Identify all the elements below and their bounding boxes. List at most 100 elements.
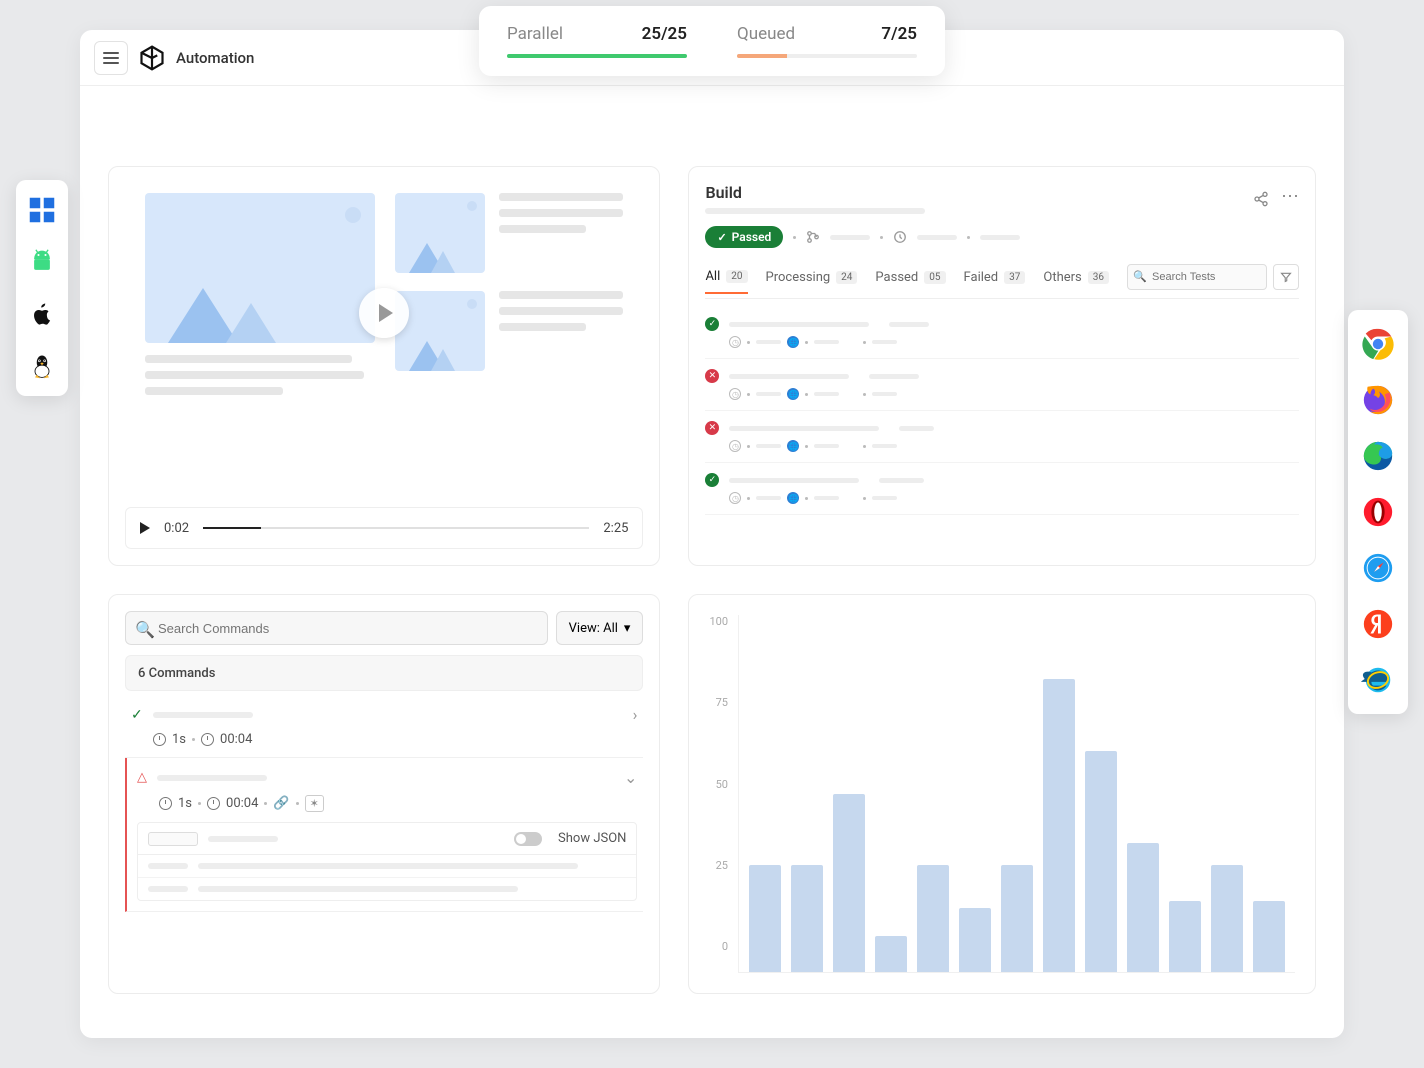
menu-button[interactable]	[94, 41, 128, 75]
logo-icon	[138, 44, 166, 72]
clock-icon	[159, 797, 172, 810]
chart-y-axis: 100 75 50 25 0	[709, 615, 738, 973]
play-button[interactable]	[140, 519, 150, 538]
commands-count: 6 Commands	[125, 655, 643, 691]
chart-bar	[1127, 843, 1159, 972]
browser-mini-icon: 🌐	[787, 336, 799, 348]
clock-icon: ◷	[729, 440, 741, 452]
apple-mini-icon	[845, 492, 857, 504]
queued-status: Queued 7/25	[737, 24, 917, 58]
chevron-down-icon: ⌄	[624, 768, 637, 787]
chart-bar	[917, 865, 949, 972]
play-overlay-button[interactable]	[359, 288, 409, 338]
tab-others[interactable]: Others36	[1043, 270, 1109, 293]
chart-bar	[1085, 751, 1117, 972]
app-window: Automation 0:02 2:25	[80, 30, 1344, 1038]
status-pass-icon: ✓	[705, 473, 719, 487]
chart-bar	[959, 908, 991, 972]
hamburger-icon	[103, 52, 119, 64]
command-row[interactable]: △⌄ 1s00:04🔗✶ Show JSON	[125, 758, 643, 912]
browser-palette	[1348, 310, 1408, 714]
build-tabs: All20 Processing24 Passed05 Failed37 Oth…	[705, 264, 1299, 299]
test-list: ✓ ◷ 🌐 ✕ ◷ 🌐 ✕ ◷ 🌐 ✓ ◷ 🌐	[705, 307, 1299, 515]
git-icon	[806, 230, 820, 244]
chart-bar	[1043, 679, 1075, 972]
link-icon[interactable]: 🔗	[273, 796, 289, 811]
app-title: Automation	[176, 49, 254, 67]
clock-icon	[893, 230, 907, 244]
build-title: Build	[705, 183, 925, 202]
chart-bar	[1253, 901, 1285, 972]
tab-processing[interactable]: Processing24	[766, 270, 858, 293]
tab-all[interactable]: All20	[705, 269, 747, 294]
browser-mini-icon: 🌐	[787, 388, 799, 400]
debug-icon[interactable]: ✶	[305, 795, 324, 812]
test-row[interactable]: ✕ ◷ 🌐	[705, 359, 1299, 411]
stopwatch-icon	[201, 733, 214, 746]
build-status-pill: Passed	[705, 226, 783, 248]
ie-icon[interactable]	[1360, 662, 1396, 698]
search-commands-input[interactable]	[125, 611, 548, 645]
apple-mini-icon	[845, 336, 857, 348]
clock-icon	[153, 733, 166, 746]
chart-bar	[875, 936, 907, 972]
share-icon[interactable]	[1253, 191, 1269, 207]
apple-mini-icon	[845, 388, 857, 400]
test-row[interactable]: ✓ ◷ 🌐	[705, 463, 1299, 515]
video-progress[interactable]	[203, 527, 589, 529]
parallel-status: Parallel 25/25	[507, 24, 687, 58]
tab-passed[interactable]: Passed05	[875, 270, 945, 293]
linux-icon[interactable]	[26, 350, 58, 382]
stopwatch-icon	[207, 797, 220, 810]
queue-status-panel: Parallel 25/25 Queued 7/25	[479, 6, 945, 76]
chart-bar	[1001, 865, 1033, 972]
clock-icon: ◷	[729, 388, 741, 400]
view-filter-button[interactable]: View: All▾	[556, 611, 644, 645]
edge-icon[interactable]	[1360, 438, 1396, 474]
browser-mini-icon: 🌐	[787, 492, 799, 504]
test-row[interactable]: ✓ ◷ 🌐	[705, 307, 1299, 359]
chevron-right-icon: ›	[633, 705, 638, 724]
video-side-list	[395, 193, 623, 497]
chart-bar	[833, 794, 865, 973]
firefox-icon[interactable]	[1360, 382, 1396, 418]
search-tests-input[interactable]	[1127, 264, 1267, 290]
chart-bar	[1211, 865, 1243, 972]
filter-button[interactable]	[1273, 264, 1299, 290]
command-row[interactable]: ✓› 1s00:04	[125, 695, 643, 758]
safari-icon[interactable]	[1360, 550, 1396, 586]
chart-bars	[738, 615, 1295, 973]
commands-card: 🔍 View: All▾ 6 Commands ✓› 1s00:04 △⌄ 1s…	[108, 594, 660, 994]
app-logo: Automation	[138, 44, 254, 72]
status-fail-icon: ✕	[705, 369, 719, 383]
chart-card: 100 75 50 25 0	[688, 594, 1316, 994]
more-icon[interactable]: ⋯	[1281, 191, 1299, 207]
parallel-value: 25/25	[642, 24, 687, 44]
search-icon: 🔍	[1133, 270, 1147, 283]
tab-failed[interactable]: Failed37	[964, 270, 1026, 293]
chart-bar	[791, 865, 823, 972]
chevron-down-icon: ▾	[624, 621, 631, 636]
opera-icon[interactable]	[1360, 494, 1396, 530]
queued-value: 7/25	[881, 24, 917, 44]
video-preview-card: 0:02 2:25	[108, 166, 660, 566]
chart-bar	[1169, 901, 1201, 972]
browser-mini-icon: 🌐	[787, 440, 799, 452]
os-palette	[16, 180, 68, 396]
queued-label: Queued	[737, 24, 795, 44]
clock-icon: ◷	[729, 336, 741, 348]
chrome-icon[interactable]	[1360, 326, 1396, 362]
clock-icon: ◷	[729, 492, 741, 504]
status-pass-icon: ✓	[705, 317, 719, 331]
warning-icon: △	[137, 770, 147, 785]
command-detail: Show JSON	[137, 822, 637, 901]
windows-icon[interactable]	[26, 194, 58, 226]
apple-icon[interactable]	[26, 298, 58, 330]
yandex-icon[interactable]	[1360, 606, 1396, 642]
status-fail-icon: ✕	[705, 421, 719, 435]
time-current: 0:02	[164, 521, 189, 536]
json-toggle[interactable]	[514, 832, 542, 846]
android-icon[interactable]	[26, 246, 58, 278]
test-row[interactable]: ✕ ◷ 🌐	[705, 411, 1299, 463]
apple-mini-icon	[845, 440, 857, 452]
